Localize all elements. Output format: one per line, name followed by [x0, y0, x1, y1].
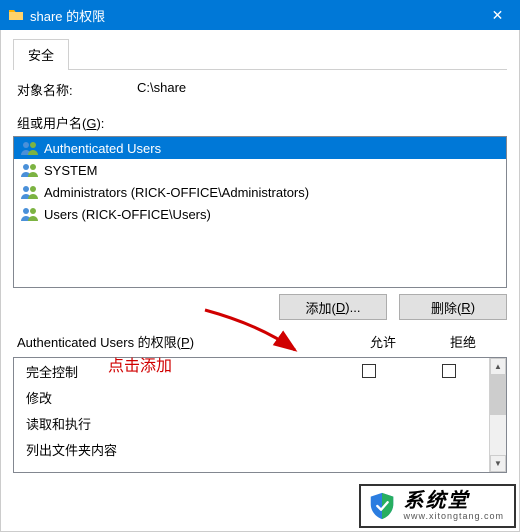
watermark-title: 系统堂 [403, 490, 504, 512]
users-icon [20, 206, 40, 222]
permissions-list: 完全控制修改读取和执行列出文件夹内容 [14, 358, 489, 472]
users-icon [20, 162, 40, 178]
watermark: 系统堂 www.xitongtang.com [359, 484, 516, 528]
tab-strip: 安全 [13, 38, 507, 70]
column-deny: 拒绝 [423, 332, 503, 351]
scrollbar-thumb[interactable] [490, 375, 506, 415]
list-item[interactable]: Authenticated Users [14, 137, 506, 159]
permission-row: 完全控制 [14, 358, 489, 384]
permissions-scrollbar[interactable]: ▲ ▼ [489, 358, 506, 472]
close-icon: ✕ [492, 7, 504, 24]
list-item-label: Administrators (RICK-OFFICE\Administrato… [44, 185, 309, 200]
object-name-label: 对象名称: [17, 80, 137, 99]
object-name-row: 对象名称: C:\share [17, 80, 507, 99]
permissions-header: Authenticated Users 的权限(P) 允许 拒绝 [17, 332, 503, 351]
folder-icon [8, 7, 24, 23]
permission-row: 读取和执行 [14, 410, 489, 436]
window-close-button[interactable]: ✕ [475, 0, 520, 30]
list-item[interactable]: SYSTEM [14, 159, 506, 181]
add-button[interactable]: 添加(D)... [279, 294, 387, 320]
permission-row: 列出文件夹内容 [14, 436, 489, 462]
groups-listbox[interactable]: Authenticated Users SYSTEM Administrators … [13, 136, 507, 288]
list-item-label: SYSTEM [44, 163, 97, 178]
allow-checkbox[interactable] [362, 364, 376, 378]
remove-button[interactable]: 删除(R) [399, 294, 507, 320]
list-item-label: Authenticated Users [44, 141, 161, 156]
scrollbar-down[interactable]: ▼ [490, 455, 506, 472]
list-item-label: Users (RICK-OFFICE\Users) [44, 207, 211, 222]
watermark-url: www.xitongtang.com [403, 512, 504, 522]
scrollbar-up[interactable]: ▲ [490, 358, 506, 375]
deny-checkbox[interactable] [442, 364, 456, 378]
column-allow: 允许 [343, 332, 423, 351]
shield-icon [367, 491, 397, 521]
permission-row: 修改 [14, 384, 489, 410]
tab-security[interactable]: 安全 [13, 39, 69, 70]
window-title: share 的权限 [30, 6, 475, 25]
button-row: 添加(D)... 删除(R) [13, 294, 507, 320]
permissions-box: 完全控制修改读取和执行列出文件夹内容 ▲ ▼ [13, 357, 507, 473]
permission-name: 修改 [14, 388, 329, 407]
window-titlebar: share 的权限 ✕ [0, 0, 520, 30]
dialog-client: 安全 对象名称: C:\share 组或用户名(G): Authenticate… [0, 30, 520, 532]
permission-name: 读取和执行 [14, 414, 329, 433]
list-item[interactable]: Administrators (RICK-OFFICE\Administrato… [14, 181, 506, 203]
users-icon [20, 140, 40, 156]
groups-label: 组或用户名(G): [17, 113, 507, 132]
object-name-value: C:\share [137, 80, 186, 99]
list-item[interactable]: Users (RICK-OFFICE\Users) [14, 203, 506, 225]
scrollbar-track[interactable] [490, 375, 506, 455]
users-icon [20, 184, 40, 200]
permission-name: 列出文件夹内容 [14, 440, 329, 459]
annotation-hint: 点击添加 [108, 352, 172, 376]
